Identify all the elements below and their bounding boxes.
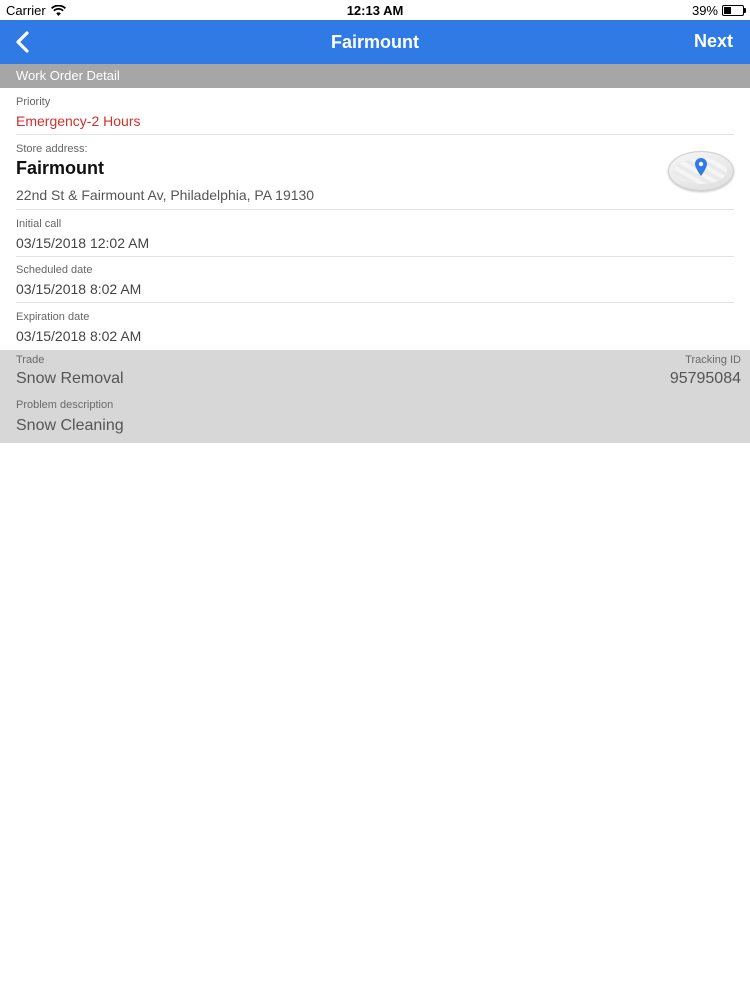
scheduled-date-field: Scheduled date 03/15/2018 8:02 AM bbox=[16, 264, 734, 297]
expiration-date-label: Expiration date bbox=[16, 311, 90, 323]
trade-label: Trade bbox=[16, 354, 45, 366]
divider bbox=[16, 256, 734, 257]
priority-value: Emergency-2 Hours bbox=[16, 113, 141, 129]
store-address-value: 22nd St & Fairmount Av, Philadelphia, PA… bbox=[16, 187, 315, 203]
tracking-id-value: 95795084 bbox=[669, 370, 741, 387]
divider bbox=[16, 209, 734, 210]
scheduled-date-label: Scheduled date bbox=[16, 264, 93, 276]
page-title: Fairmount bbox=[331, 32, 419, 52]
battery-percent: 39% bbox=[691, 3, 718, 18]
initial-call-field: Initial call 03/15/2018 12:02 AM bbox=[16, 218, 734, 251]
expiration-date-value: 03/15/2018 8:02 AM bbox=[16, 328, 142, 344]
divider bbox=[16, 134, 734, 135]
next-button[interactable]: Next bbox=[694, 31, 733, 52]
scheduled-date-value: 03/15/2018 8:02 AM bbox=[16, 281, 142, 297]
battery-fill bbox=[724, 7, 731, 14]
expiration-date-field: Expiration date 03/15/2018 8:02 AM bbox=[16, 311, 734, 344]
trade-value: Snow Removal bbox=[16, 370, 124, 387]
map-pin-icon bbox=[695, 158, 707, 176]
store-address-field: Store address: Fairmount 22nd St & Fairm… bbox=[16, 143, 650, 203]
battery-icon bbox=[722, 5, 746, 16]
store-address-label: Store address: bbox=[16, 143, 88, 155]
priority-field: Priority Emergency-2 Hours bbox=[16, 96, 734, 129]
map-button[interactable] bbox=[668, 151, 734, 191]
status-right: 39% bbox=[691, 3, 746, 18]
store-name: Fairmount bbox=[16, 158, 104, 178]
priority-label: Priority bbox=[16, 96, 51, 108]
trade-info-block: Trade Snow Removal Tracking ID 95795084 … bbox=[0, 350, 750, 443]
status-bar: Carrier 12:13 AM 39% bbox=[0, 0, 750, 20]
initial-call-value: 03/15/2018 12:02 AM bbox=[16, 235, 150, 251]
divider bbox=[16, 302, 734, 303]
initial-call-label: Initial call bbox=[16, 218, 62, 230]
problem-description-value: Snow Cleaning bbox=[16, 417, 124, 434]
problem-description-label: Problem description bbox=[16, 399, 114, 411]
navigation-bar: Fairmount Next bbox=[0, 20, 750, 64]
tracking-id-label: Tracking ID bbox=[685, 354, 741, 366]
status-time: 12:13 AM bbox=[346, 3, 404, 18]
section-header: Work Order Detail bbox=[0, 64, 750, 88]
